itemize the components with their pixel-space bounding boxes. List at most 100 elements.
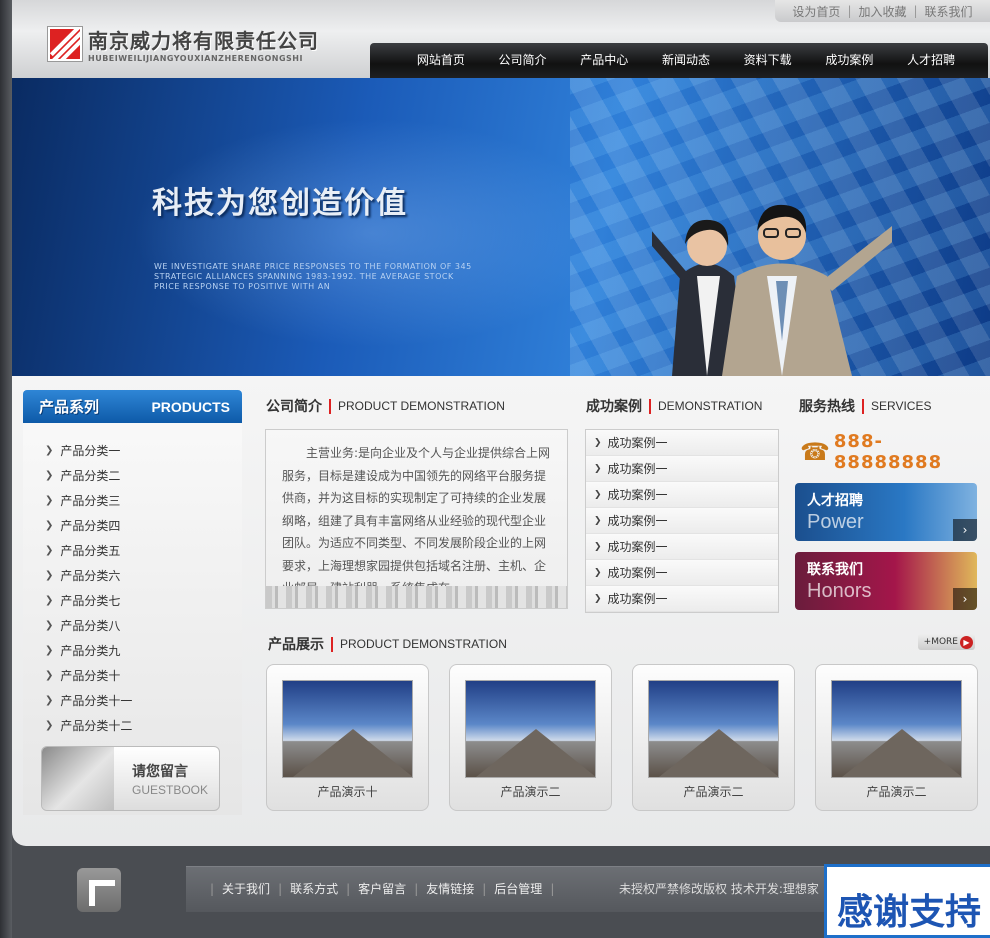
set-homepage-link[interactable]: 设为首页 xyxy=(792,3,840,20)
category-item[interactable]: ❯ 产品分类八 xyxy=(45,613,242,638)
arrow-right-icon: ❯ xyxy=(594,437,602,448)
sidebar-title: 产品系列 xyxy=(39,398,100,416)
sidebar-header: 产品系列 PRODUCTS xyxy=(23,390,242,423)
case-item[interactable]: ❯ 成功案例一 xyxy=(586,456,778,482)
category-item[interactable]: ❯ 产品分类五 xyxy=(45,538,242,563)
arrow-right-icon: ❯ xyxy=(594,541,602,552)
contact-us-link[interactable]: 联系我们 xyxy=(925,3,973,20)
mountain-image xyxy=(831,680,962,778)
footer-links: | 关于我们 | 联系方式 | 客户留言 | 友情链接 | 后台管理 | xyxy=(210,880,555,897)
arrow-right-icon: ❯ xyxy=(45,570,54,581)
chevron-right-icon: › xyxy=(953,588,977,610)
footer-link-admin[interactable]: 后台管理 xyxy=(494,880,542,897)
header: 南京威力将有限责任公司 HUBEIWEILIJIANGYOUXIANZHEREN… xyxy=(12,0,990,78)
case-item[interactable]: ❯ 成功案例一 xyxy=(586,534,778,560)
city-skyline-image xyxy=(266,586,567,608)
left-shadow xyxy=(0,0,12,938)
company-name-en: HUBEIWEILIJIANGYOUXIANZHERENGONGSHI xyxy=(88,54,303,63)
category-item[interactable]: ❯ 产品分类一 xyxy=(45,438,242,463)
nav-cases[interactable]: 成功案例 xyxy=(825,43,873,78)
footer-logo-icon xyxy=(77,868,121,912)
nav-home[interactable]: 网站首页 xyxy=(417,43,465,78)
about-header: 公司简介 PRODUCT DEMONSTRATION xyxy=(266,396,505,416)
contact-banner-button[interactable]: 联系我们 Honors › xyxy=(795,552,977,610)
guestbook-button[interactable]: 请您留言 GUESTBOOK xyxy=(41,746,220,811)
product-caption: 产品演示二 xyxy=(866,785,927,799)
cases-list: ❯ 成功案例一 ❯ 成功案例一 ❯ 成功案例一 ❯ 成功案例一 ❯ 成功案例一 ❯ 成功案例… xyxy=(585,429,779,613)
arrow-right-icon: ❯ xyxy=(45,595,54,606)
arrow-right-icon: ❯ xyxy=(45,520,54,531)
case-item[interactable]: ❯ 成功案例一 xyxy=(586,430,778,456)
nav-downloads[interactable]: 资料下载 xyxy=(744,43,792,78)
product-card[interactable]: 产品演示二 xyxy=(449,664,612,811)
footer-link-friends[interactable]: 友情链接 xyxy=(426,880,474,897)
arrow-right-icon: ❯ xyxy=(594,515,602,526)
jobs-banner-subtitle: Power xyxy=(807,511,864,533)
category-item[interactable]: ❯ 产品分类十二 xyxy=(45,713,242,738)
category-item[interactable]: ❯ 产品分类六 xyxy=(45,563,242,588)
company-name: 南京威力将有限责任公司 xyxy=(88,29,319,53)
case-item[interactable]: ❯ 成功案例一 xyxy=(586,560,778,586)
product-card[interactable]: 产品演示二 xyxy=(632,664,795,811)
contact-banner-title: 联系我们 xyxy=(807,562,863,578)
footer: | 关于我们 | 联系方式 | 客户留言 | 友情链接 | 后台管理 | 未授权严禁修改版… xyxy=(12,846,990,938)
case-item[interactable]: ❯ 成功案例一 xyxy=(586,482,778,508)
category-item[interactable]: ❯ 产品分类四 xyxy=(45,513,242,538)
nav-news[interactable]: 新闻动态 xyxy=(662,43,710,78)
category-item[interactable]: ❯ 产品分类九 xyxy=(45,638,242,663)
thanks-text: 感谢支持 xyxy=(837,892,982,933)
product-card[interactable]: 产品演示十 xyxy=(266,664,429,811)
arrow-right-icon: ❯ xyxy=(594,463,602,474)
footer-link-guestbook[interactable]: 客户留言 xyxy=(358,880,406,897)
footer-link-about[interactable]: 关于我们 xyxy=(222,880,270,897)
category-list: ❯ 产品分类一 ❯ 产品分类二 ❯ 产品分类三 ❯ 产品分类四 ❯ 产品分类五 ❯ 产品分类… xyxy=(45,438,242,738)
phone-icon: ☎ xyxy=(800,438,830,466)
product-card[interactable]: 产品演示二 xyxy=(815,664,978,811)
hotline-number: 888-88888888 xyxy=(833,431,943,473)
jobs-banner-button[interactable]: 人才招聘 Power › xyxy=(795,483,977,541)
products-title: 产品展示 xyxy=(268,637,324,653)
product-caption: 产品演示二 xyxy=(683,785,744,799)
arrow-right-icon: ❯ xyxy=(45,695,54,706)
category-item[interactable]: ❯ 产品分类七 xyxy=(45,588,242,613)
banner-title: 科技为您创造价值 xyxy=(152,186,408,221)
cases-title: 成功案例 xyxy=(586,399,642,415)
thanks-popup[interactable]: 感谢支持 xyxy=(824,864,990,938)
logo[interactable]: 南京威力将有限责任公司 HUBEIWEILIJIANGYOUXIANZHEREN… xyxy=(48,25,319,63)
category-item[interactable]: ❯ 产品分类十 xyxy=(45,663,242,688)
case-item[interactable]: ❯ 成功案例一 xyxy=(586,508,778,534)
nav-jobs[interactable]: 人才招聘 xyxy=(907,43,955,78)
main-nav: 网站首页 公司简介 产品中心 新闻动态 资料下载 成功案例 人才招聘 xyxy=(370,43,988,78)
contact-banner-subtitle: Honors xyxy=(807,580,872,602)
category-item[interactable]: ❯ 产品分类十一 xyxy=(45,688,242,713)
product-caption: 产品演示十 xyxy=(317,785,378,799)
services-header: 服务热线 SERVICES xyxy=(799,396,931,416)
arrow-right-icon: ❯ xyxy=(45,620,54,631)
play-icon: ▶ xyxy=(960,635,973,649)
nav-about[interactable]: 公司简介 xyxy=(499,43,547,78)
hero-banner: 科技为您创造价值 WE INVESTIGATE SHARE PRICE RESP… xyxy=(12,78,990,376)
category-item[interactable]: ❯ 产品分类二 xyxy=(45,463,242,488)
nav-products[interactable]: 产品中心 xyxy=(580,43,628,78)
sidebar-title-en: PRODUCTS xyxy=(151,398,230,415)
add-favorite-link[interactable]: 加入收藏 xyxy=(858,3,906,20)
arrow-right-icon: ❯ xyxy=(45,645,54,656)
footer-link-contact[interactable]: 联系方式 xyxy=(290,880,338,897)
arrow-right-icon: ❯ xyxy=(45,445,54,456)
category-item[interactable]: ❯ 产品分类三 xyxy=(45,488,242,513)
arrow-right-icon: ❯ xyxy=(594,567,602,578)
about-title: 公司简介 xyxy=(266,399,322,415)
chevron-right-icon: › xyxy=(953,519,977,541)
case-item[interactable]: ❯ 成功案例一 xyxy=(586,586,778,612)
products-header: 产品展示 PRODUCT DEMONSTRATION xyxy=(268,634,507,654)
cases-header: 成功案例 DEMONSTRATION xyxy=(586,396,762,416)
about-title-en: PRODUCT DEMONSTRATION xyxy=(338,399,505,413)
guestbook-label: 请您留言 xyxy=(132,764,188,780)
arrow-right-icon: ❯ xyxy=(45,670,54,681)
keyboard-hand-image xyxy=(42,747,114,810)
logo-mark-icon xyxy=(48,27,82,61)
arrow-right-icon: ❯ xyxy=(45,720,54,731)
more-button[interactable]: +MORE ▶ xyxy=(918,634,975,650)
product-caption: 产品演示二 xyxy=(500,785,561,799)
cases-title-en: DEMONSTRATION xyxy=(658,399,763,413)
